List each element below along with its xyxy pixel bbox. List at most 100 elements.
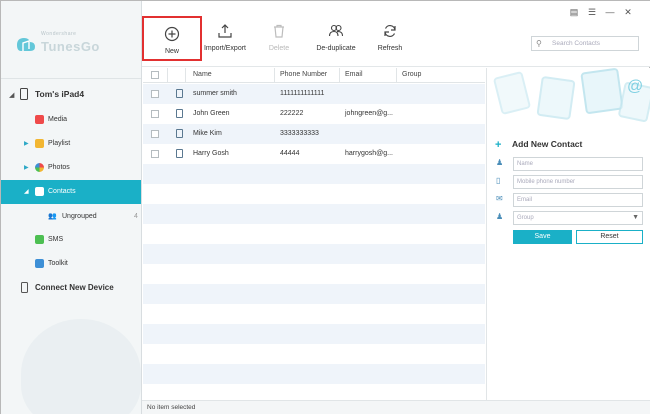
table-row[interactable]: John Green 222222 johngreen@g... xyxy=(143,104,485,124)
column-header-phone[interactable]: Phone Number xyxy=(280,71,327,78)
save-button[interactable]: Save xyxy=(513,230,572,244)
chevron-down-icon: ▼ xyxy=(632,214,639,221)
empty-row xyxy=(143,204,485,224)
column-divider xyxy=(185,68,186,83)
empty-row xyxy=(143,324,485,344)
sidebar-item-toolkit[interactable]: Toolkit xyxy=(1,252,141,276)
sidebar-item-label: Playlist xyxy=(48,140,71,147)
contact-card-art xyxy=(492,70,532,116)
empty-row xyxy=(143,284,485,304)
contact-card-icon xyxy=(176,89,183,98)
contact-email: harrygosh@g... xyxy=(345,150,393,157)
table-row[interactable]: Harry Gosh 44444 harrygosh@g... xyxy=(143,144,485,164)
app-logo: Wondershare TunesGo xyxy=(11,27,121,61)
contact-email: johngreen@g... xyxy=(345,110,393,117)
trash-icon xyxy=(274,24,284,38)
empty-row xyxy=(143,244,485,264)
logo-icon xyxy=(17,38,35,51)
email-field[interactable]: Email xyxy=(513,193,643,207)
table-row[interactable]: summer smith 1111111111111 xyxy=(143,84,485,104)
expand-arrow-icon[interactable]: ▶ xyxy=(24,164,29,171)
group-placeholder: Group xyxy=(517,215,534,221)
close-icon[interactable]: ✕ xyxy=(623,7,633,17)
select-all-checkbox[interactable] xyxy=(151,71,159,79)
panel-title: Add New Contact xyxy=(512,139,583,149)
column-header-group[interactable]: Group xyxy=(402,71,421,78)
contact-card-icon xyxy=(176,129,183,138)
toolbar: New Import/Export Delete De-duplicate Re… xyxy=(142,1,650,67)
contact-phone: 1111111111111 xyxy=(280,90,325,97)
apple-watermark xyxy=(21,319,141,414)
sidebar-divider xyxy=(1,78,141,79)
row-checkbox[interactable] xyxy=(151,90,159,98)
collapse-arrow-icon[interactable]: ◢ xyxy=(24,188,29,195)
email-icon: ✉ xyxy=(496,194,503,203)
table-row[interactable]: Mike Kim 3333333333 xyxy=(143,124,485,144)
sidebar-item-sms[interactable]: SMS xyxy=(1,228,141,252)
collapse-arrow-icon[interactable]: ◢ xyxy=(9,91,14,99)
contacts-illustration: @ xyxy=(487,68,650,128)
at-sign-icon: @ xyxy=(627,78,644,95)
connect-new-device[interactable]: Connect New Device xyxy=(1,279,141,297)
row-checkbox[interactable] xyxy=(151,110,159,118)
contact-phone: 3333333333 xyxy=(280,130,319,137)
import-export-icon xyxy=(218,24,232,38)
music-icon xyxy=(35,115,44,124)
expand-arrow-icon[interactable]: ▶ xyxy=(24,140,29,147)
add-circle-icon xyxy=(164,26,180,42)
logo-product-name: TunesGo xyxy=(41,39,100,54)
name-field[interactable]: Name xyxy=(513,157,643,171)
sidebar-item-media[interactable]: Media xyxy=(1,108,141,132)
sidebar-item-ungrouped[interactable]: 👥 Ungrouped 4 xyxy=(1,206,141,226)
sidebar-item-label: Toolkit xyxy=(48,260,68,267)
person-icon: ♟ xyxy=(496,158,504,167)
feedback-icon[interactable]: ▤ xyxy=(569,7,579,17)
reset-button[interactable]: Reset xyxy=(576,230,643,244)
import-export-button[interactable]: Import/Export xyxy=(202,15,248,63)
menu-icon[interactable]: ☰ xyxy=(587,7,597,17)
group-icon: ♟ xyxy=(496,212,504,221)
search-input[interactable]: ⚲ Search Contacts xyxy=(531,36,639,51)
photos-icon xyxy=(35,163,44,172)
row-checkbox[interactable] xyxy=(151,150,159,158)
delete-label: Delete xyxy=(268,45,290,52)
sidebar: Wondershare TunesGo ◢ Tom's iPad4 Media … xyxy=(1,1,142,414)
minimize-icon[interactable]: — xyxy=(605,7,615,17)
sidebar-item-contacts[interactable]: ◢ Contacts xyxy=(1,180,141,204)
column-header-email[interactable]: Email xyxy=(345,71,363,78)
column-header-name[interactable]: Name xyxy=(193,71,212,78)
column-divider xyxy=(274,68,275,83)
group-count: 4 xyxy=(134,213,138,220)
refresh-button[interactable]: Refresh xyxy=(372,15,408,63)
contact-card-art xyxy=(580,68,624,115)
phone-field[interactable]: Mobile phone number xyxy=(513,175,643,189)
contact-card-icon xyxy=(176,149,183,158)
sidebar-item-label: SMS xyxy=(48,236,64,243)
row-checkbox[interactable] xyxy=(151,130,159,138)
contacts-icon xyxy=(35,187,44,196)
column-divider xyxy=(396,68,397,83)
logo-brand: Wondershare xyxy=(41,31,77,37)
phone-icon xyxy=(21,282,28,293)
toolkit-icon xyxy=(35,259,44,268)
new-button[interactable]: New xyxy=(142,16,202,61)
group-select[interactable]: Group ▼ xyxy=(513,211,643,225)
add-contact-panel: @ + Add New Contact ♟ Name ▯ Mobile phon… xyxy=(486,68,650,400)
deduplicate-button[interactable]: De-duplicate xyxy=(310,15,362,63)
app-window: Wondershare TunesGo ◢ Tom's iPad4 Media … xyxy=(0,0,650,414)
delete-button[interactable]: Delete xyxy=(260,15,298,63)
sidebar-item-playlist[interactable]: ▶ Playlist xyxy=(1,132,141,156)
column-divider xyxy=(167,68,168,83)
device-item[interactable]: ◢ Tom's iPad4 xyxy=(1,85,141,103)
ipad-icon xyxy=(20,88,28,100)
contact-name: John Green xyxy=(193,110,230,117)
status-bar: No item selected xyxy=(142,400,650,414)
plus-icon: + xyxy=(495,139,502,151)
phone-icon: ▯ xyxy=(496,176,501,185)
sidebar-item-photos[interactable]: ▶ Photos xyxy=(1,156,141,180)
email-placeholder: Email xyxy=(517,197,533,203)
contact-name: summer smith xyxy=(193,90,237,97)
sidebar-subitem-label: Ungrouped xyxy=(62,213,97,220)
playlist-icon xyxy=(35,139,44,148)
deduplicate-label: De-duplicate xyxy=(316,45,356,52)
